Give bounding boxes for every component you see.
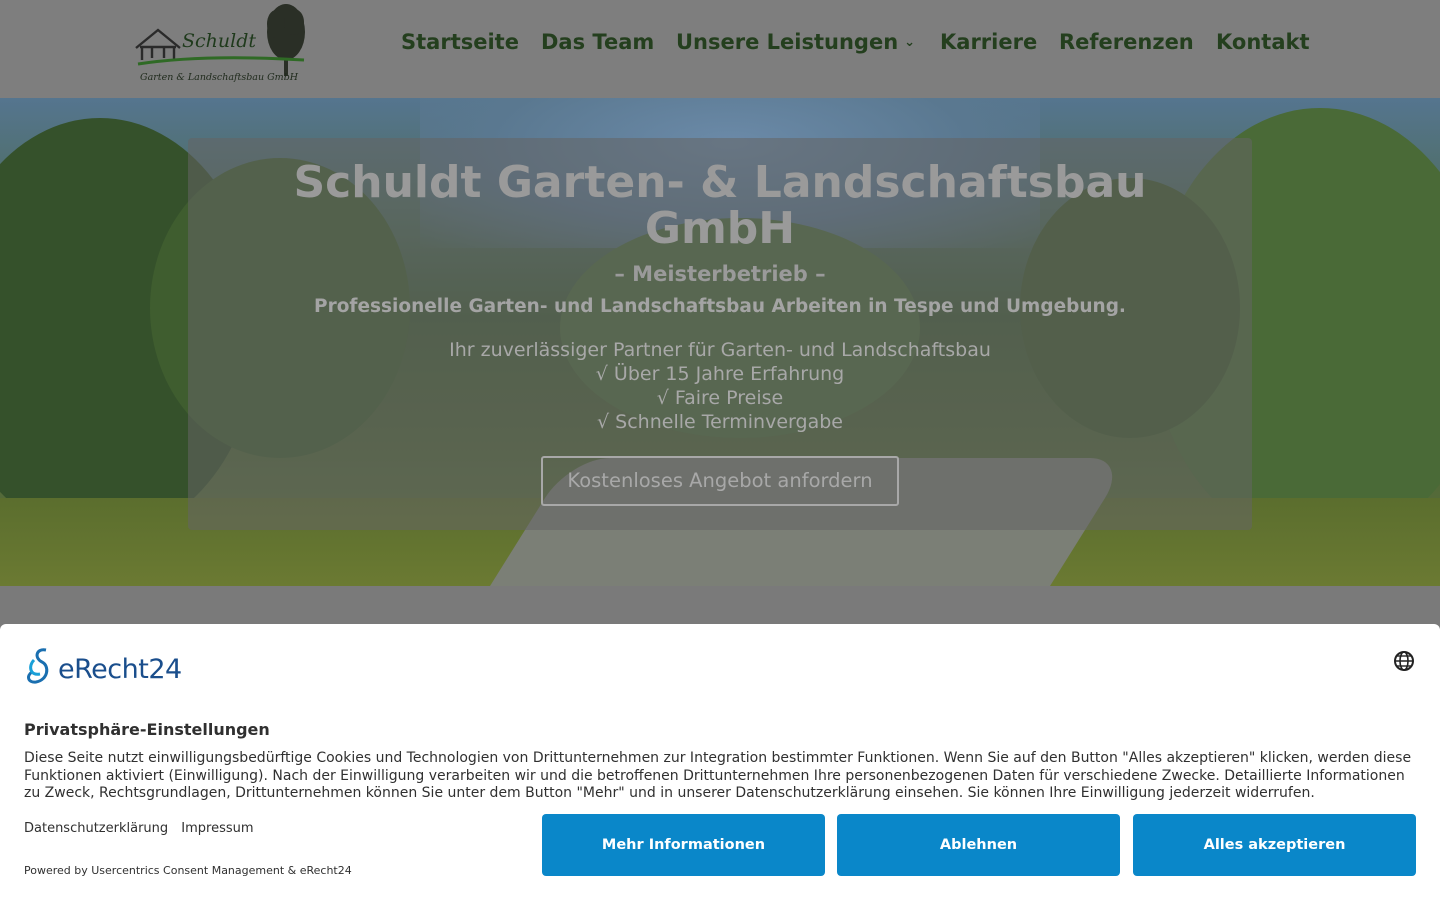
consent-links: Datenschutzerklärung Impressum [24, 821, 263, 836]
erecht24-brand-text: eRecht24 [58, 654, 182, 685]
hero-benefit-line: Ihr zuverlässiger Partner für Garten- un… [449, 339, 991, 361]
nav-referenzen[interactable]: Referenzen [1059, 30, 1194, 54]
more-information-button[interactable]: Mehr Informationen [542, 814, 825, 876]
hero-benefit-line: √ Faire Preise [656, 387, 784, 409]
deny-button[interactable]: Ablehnen [837, 814, 1120, 876]
consent-description: Diese Seite nutzt einwilligungsbedürftig… [24, 750, 1412, 801]
nav-startseite[interactable]: Startseite [401, 30, 519, 54]
nav-kontakt[interactable]: Kontakt [1216, 30, 1310, 54]
hero-title-line: GmbH [644, 203, 796, 254]
hero-subtitle: – Meisterbetrieb – [614, 262, 826, 286]
hero-benefit-line: √ Schnelle Terminvergabe [597, 411, 843, 433]
hero-benefits: Ihr zuverlässiger Partner für Garten- un… [188, 338, 1252, 434]
hero-section: Schuldt Garten- & Landschaftsbau GmbH – … [0, 98, 1440, 586]
chevron-down-icon: ⌄ [904, 35, 916, 50]
imprint-link[interactable]: Impressum [181, 821, 253, 836]
cookie-consent-banner: eRecht24 Privatsphäre-Einstellungen Dies… [0, 624, 1440, 900]
erecht24-mark-icon [27, 648, 49, 684]
powered-by-text: Powered by Usercentrics Consent Manageme… [24, 864, 352, 877]
nav-unsere-leistungen[interactable]: Unsere Leistungen ⌄ [676, 30, 915, 54]
nav-karriere[interactable]: Karriere [940, 30, 1037, 54]
request-quote-button[interactable]: Kostenloses Angebot anfordern [541, 456, 899, 506]
logo-subtitle: Garten & Landschaftsbau GmbH [140, 72, 299, 83]
site-header: Schuldt Garten & Landschaftsbau GmbH Sta… [0, 0, 1440, 98]
hero-title: Schuldt Garten- & Landschaftsbau GmbH [188, 160, 1252, 252]
language-globe-icon[interactable] [1393, 650, 1415, 672]
main-navigation: Startseite Das Team Unsere Leistungen ⌄ K… [0, 30, 1440, 60]
nav-unsere-leistungen-label: Unsere Leistungen [676, 30, 899, 54]
accept-all-button[interactable]: Alles akzeptieren [1133, 814, 1416, 876]
privacy-policy-link[interactable]: Datenschutzerklärung [24, 821, 168, 836]
nav-das-team[interactable]: Das Team [541, 30, 654, 54]
consent-title: Privatsphäre-Einstellungen [24, 720, 270, 739]
hero-benefit-line: √ Über 15 Jahre Erfahrung [595, 363, 845, 385]
hero-tagline: Professionelle Garten- und Landschaftsba… [314, 296, 1126, 317]
hero-overlay-box: Schuldt Garten- & Landschaftsbau GmbH – … [188, 138, 1252, 530]
hero-title-line: Schuldt Garten- & Landschaftsbau [293, 157, 1147, 208]
